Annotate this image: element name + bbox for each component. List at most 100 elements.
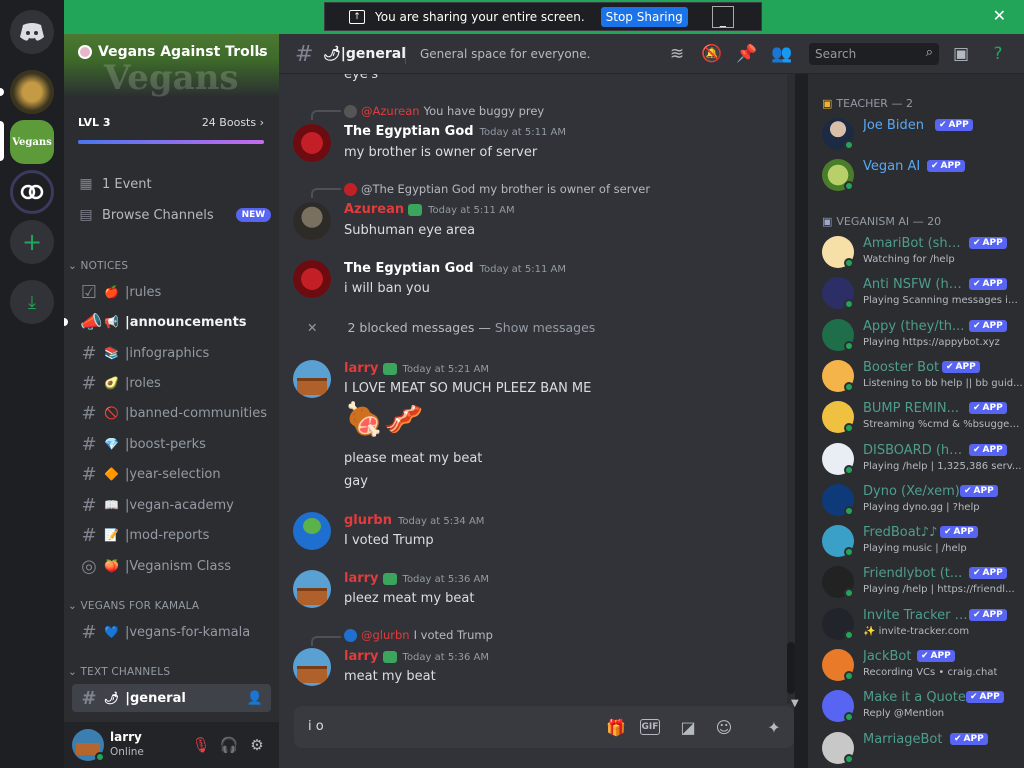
member-item[interactable]: Booster Bot ✔ APP Listening to bb help || b… <box>822 356 1023 396</box>
apps-icon[interactable]: ✦ <box>762 715 786 739</box>
emoji-picker-icon[interactable]: ☺ <box>712 715 736 739</box>
verified-check-icon: ✔ <box>931 161 939 171</box>
channel-topic[interactable]: General space for everyone. <box>420 47 590 61</box>
server-icon-vegans[interactable]: Vegans <box>10 120 54 164</box>
online-status-icon <box>844 588 854 599</box>
member-name: Anti NSFW (he... <box>863 277 968 293</box>
sidebar-channel[interactable]: # 🌶 |general 👤 <box>72 684 271 712</box>
member-name: MarriageBot <box>863 731 943 747</box>
headphones-icon[interactable]: 🎧 <box>218 734 240 756</box>
browse-channels-item[interactable]: ▤ Browse Channels NEW <box>78 203 272 227</box>
member-item[interactable]: Friendlybot (t... ✔ APP Playing /help | htt… <box>822 562 1022 602</box>
chat-scrollbar[interactable] <box>787 74 795 704</box>
reply-preview[interactable]: @glurbn I voted Trump <box>344 628 493 642</box>
member-item[interactable]: BUMP REMIN... ✔ APP Streaming %cmd & %bsugg… <box>822 397 1023 437</box>
category-notices[interactable]: ⌄ NOTICES <box>68 260 128 272</box>
sidebar-channel[interactable]: # 💙 |vegans-for-kamala <box>72 618 271 646</box>
member-item[interactable]: Vegan AI ✔ APP <box>822 155 1022 195</box>
message-author[interactable]: glurbn Today at 5:34 AM <box>344 513 484 528</box>
sidebar-channel[interactable]: # 🥑 |roles <box>72 369 271 397</box>
member-activity: Playing https://appybot.xyz <box>863 336 1000 348</box>
search-input[interactable]: Search ⌕ <box>809 43 939 65</box>
avatar[interactable] <box>293 512 331 550</box>
member-item[interactable]: FredBoat♪♪ ✔ APP Playing music | /help <box>822 521 1022 561</box>
new-badge: NEW <box>235 208 272 222</box>
avatar[interactable] <box>293 202 331 240</box>
help-icon[interactable]: ? <box>986 42 1010 66</box>
avatar[interactable] <box>293 260 331 298</box>
sidebar-channel[interactable]: # 🚫 |banned-communities <box>72 399 271 427</box>
member-item[interactable]: Joe Biden ✔ APP <box>822 114 1022 154</box>
sidebar-channel[interactable]: # 📝 |mod-reports <box>72 521 271 549</box>
sidebar-channel[interactable]: # 🔶 |year-selection <box>72 460 271 488</box>
message-author[interactable]: Azurean Today at 5:11 AM <box>344 202 515 217</box>
member-item[interactable]: Invite Tracker (... ✔ APP ✨ invite-tracker.… <box>822 604 1022 644</box>
sticker-icon[interactable]: ◪ <box>676 715 700 739</box>
hide-share-button[interactable]: _ <box>711 5 734 28</box>
sidebar-channel[interactable]: ☑ 🍎 |rules <box>72 278 271 306</box>
avatar[interactable] <box>293 570 331 608</box>
member-item[interactable]: Make it a Quote ✔ APP Reply @Mention <box>822 686 1022 726</box>
message-author[interactable]: The Egyptian God Today at 5:11 AM <box>344 261 566 276</box>
discord-home-icon[interactable] <box>10 10 54 54</box>
avatar[interactable] <box>293 360 331 398</box>
inbox-icon[interactable]: ▣ <box>949 42 973 66</box>
sidebar-channel[interactable]: ◎ 🍑 |Veganism Class <box>72 552 271 580</box>
reply-preview[interactable]: @The Egyptian God my brother is owner of … <box>344 182 650 196</box>
member-item[interactable]: Appy (they/th... ✔ APP Playing https://appy… <box>822 315 1022 355</box>
add-server-icon[interactable]: + <box>10 220 54 264</box>
threads-icon[interactable]: ≋ <box>665 42 689 66</box>
gift-icon[interactable]: 🎁 <box>604 715 628 739</box>
server-badge-icon <box>78 45 92 59</box>
sidebar-channel[interactable]: 📣 📢 |announcements <box>64 308 271 336</box>
server-icon-3[interactable] <box>10 170 54 214</box>
reply-preview[interactable]: @Azurean You have buggy prey <box>344 104 544 118</box>
close-icon[interactable]: ✕ <box>993 6 1006 25</box>
add-member-icon[interactable]: 👤 <box>247 691 263 706</box>
member-list-icon[interactable]: 👥 <box>770 42 794 66</box>
notification-off-icon[interactable]: 🔕 <box>700 42 724 66</box>
message-author[interactable]: The Egyptian God Today at 5:11 AM <box>344 124 566 139</box>
mute-mic-icon[interactable]: 🎙 <box>190 734 212 756</box>
message-author[interactable]: larry Today at 5:21 AM <box>344 361 489 376</box>
message-text: I voted Trump <box>344 533 434 548</box>
category-kamala[interactable]: ⌄ VEGANS FOR KAMALA <box>68 600 199 612</box>
events-item[interactable]: ▦ 1 Event <box>78 172 151 196</box>
message-author[interactable]: larry Today at 5:36 AM <box>344 649 489 664</box>
browse-icon: ▤ <box>79 207 93 223</box>
channel-label: |banned-communities <box>124 405 267 421</box>
message-input[interactable]: i o 🎁 GIF ◪ ☺ ✦ <box>294 706 794 748</box>
message-author[interactable]: larry Today at 5:36 AM <box>344 571 489 586</box>
server-name-button[interactable]: Vegans Against Trolls <box>78 44 268 60</box>
avatar[interactable] <box>293 648 331 686</box>
app-badge: ✔ APP <box>950 732 988 745</box>
member-item[interactable]: DISBOARD (he... ✔ APP Playing /help | 1,325… <box>822 439 1022 479</box>
message-text: I LOVE MEAT SO MUCH PLEEZ BAN ME <box>344 381 592 396</box>
member-item[interactable]: Dyno (Xe/xem) ✔ APP Playing dyno.gg | ?help <box>822 480 1022 520</box>
verified-check-icon: ✔ <box>973 238 981 248</box>
settings-gear-icon[interactable]: ⚙ <box>246 734 268 756</box>
category-text-channels[interactable]: ⌄ TEXT CHANNELS <box>68 666 170 678</box>
member-item[interactable]: MarriageBot ✔ APP <box>822 728 1022 768</box>
member-item[interactable]: JackBot ✔ APP Recording VCs • craig.chat <box>822 645 1022 685</box>
boost-bar-fill <box>78 140 264 144</box>
channel-emoji: 🍎 <box>104 285 119 299</box>
chevron-down-icon[interactable]: ⌄ <box>254 44 265 59</box>
sidebar-channel[interactable]: # 📚 |infographics <box>72 339 271 367</box>
member-item[interactable]: AmariBot (she... ✔ APP Watching for /help <box>822 232 1022 272</box>
sidebar-channel[interactable]: # 💎 |boost-perks <box>72 430 271 458</box>
avatar[interactable] <box>293 124 331 162</box>
sidebar-channel[interactable]: # 📖 |vegan-academy <box>72 491 271 519</box>
boost-count: 24 Boosts › <box>201 116 264 129</box>
pin-icon[interactable]: 📌 <box>735 42 759 66</box>
show-messages-link[interactable]: Show messages <box>495 320 595 335</box>
server-icon-1[interactable] <box>10 70 54 114</box>
scroll-thumb[interactable] <box>787 642 795 694</box>
scroll-down-icon[interactable]: ▼ <box>791 698 799 709</box>
member-item[interactable]: Anti NSFW (he... ✔ APP Playing Scanning mes… <box>822 273 1023 313</box>
boost-progress[interactable]: LVL 3 24 Boosts › <box>78 116 264 144</box>
gif-icon[interactable]: GIF <box>640 719 660 735</box>
stop-sharing-button[interactable]: Stop Sharing <box>600 6 688 27</box>
user-name: larry <box>110 730 142 744</box>
download-icon[interactable]: ⤓ <box>10 280 54 324</box>
